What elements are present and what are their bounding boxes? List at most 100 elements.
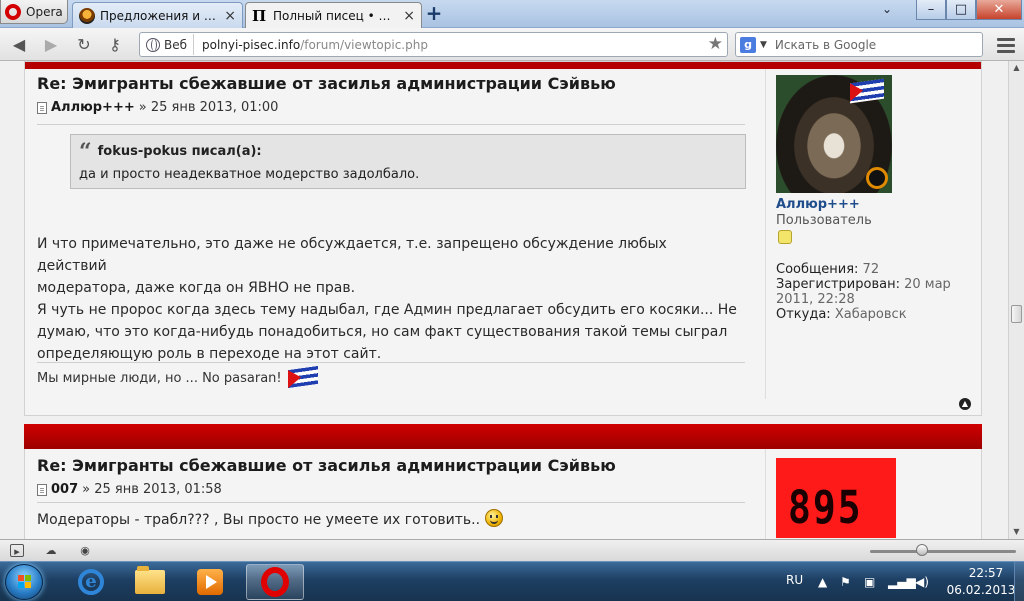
- scroll-down-icon[interactable]: ▼: [1009, 525, 1024, 539]
- speed-dial-icon[interactable]: ◉: [78, 544, 92, 557]
- start-button[interactable]: [5, 564, 43, 600]
- post-author[interactable]: Аллюр+++: [51, 100, 135, 115]
- forward-arrow-icon[interactable]: ▶: [40, 35, 62, 55]
- post-body-line: Я чуть не пророс когда здесь тему надыба…: [37, 302, 737, 318]
- zoom-slider-knob[interactable]: [916, 544, 928, 556]
- post-body: Модераторы - трабл??? , Вы просто не уме…: [37, 509, 737, 531]
- action-center-flag-icon[interactable]: ⚑: [840, 575, 851, 589]
- taskbar-explorer[interactable]: [123, 564, 177, 600]
- post-body-line: модератора, даже когда он ЯВНО не прав.: [37, 280, 356, 296]
- post-divider: [37, 124, 745, 125]
- reload-icon[interactable]: ↻: [73, 35, 95, 55]
- post-date: » 25 янв 2013, 01:00: [138, 100, 279, 115]
- search-engine-dropdown-icon[interactable]: ▼: [760, 40, 767, 50]
- windows-taskbar: e RU ▲ ⚑ ▣ ▂▄▆ ◀) 22:57 06.02.2013: [0, 561, 1024, 601]
- address-host: polnyi-pisec.info: [202, 37, 301, 52]
- show-desktop-button[interactable]: [1014, 562, 1024, 601]
- post-body-line: думаю, что это когда-нибудь понадобиться…: [37, 324, 728, 340]
- post-body-text: Модераторы - трабл??? , Вы просто не уме…: [37, 512, 481, 528]
- page-content: Re: Эмигранты сбежавшие от засилья админ…: [0, 61, 1008, 539]
- post-meta: Аллюр+++ » 25 янв 2013, 01:00: [37, 100, 278, 115]
- vertical-scrollbar[interactable]: ▲ ▼: [1008, 61, 1024, 539]
- taskbar-opera[interactable]: [246, 564, 304, 600]
- menu-icon[interactable]: [994, 35, 1018, 55]
- scrollbar-thumb[interactable]: [1011, 305, 1022, 323]
- quote-header: “ fokus-pokus писал(а):: [79, 141, 262, 163]
- network-signal-icon[interactable]: ▂▄▆: [888, 575, 916, 589]
- post-date: » 25 янв 2013, 01:58: [82, 482, 222, 497]
- google-logo-icon[interactable]: g: [740, 36, 756, 53]
- post-body-line: И что примечательно, это даже не обсужда…: [37, 236, 667, 274]
- opera-menu-button[interactable]: Opera: [0, 0, 68, 24]
- clock-date[interactable]: 06.02.2013: [944, 583, 1018, 597]
- profile-messages: Сообщения: 72: [776, 262, 961, 277]
- device-icon[interactable]: ▣: [864, 575, 875, 589]
- address-bar[interactable]: Веб polnyi-pisec.info/forum/viewtopic.ph…: [139, 32, 728, 57]
- globe-icon: [146, 37, 160, 52]
- bookmark-star-icon[interactable]: ★: [708, 34, 723, 54]
- from-value: Хабаровск: [834, 307, 907, 322]
- site-info-badge[interactable]: Веб: [142, 34, 195, 55]
- cloud-icon[interactable]: ☁: [44, 544, 58, 557]
- post-link-icon[interactable]: [37, 101, 47, 114]
- volume-icon[interactable]: ◀): [915, 575, 929, 589]
- post-divider: [37, 502, 745, 503]
- tab-forum-suggestions[interactable]: Предложения и обсу... ×: [72, 2, 243, 28]
- clock-time[interactable]: 22:57: [956, 566, 1016, 580]
- back-to-top-icon[interactable]: ▲: [959, 398, 971, 410]
- opera-menu-label: Opera: [26, 4, 63, 19]
- back-arrow-icon[interactable]: ◀: [8, 35, 30, 55]
- search-box[interactable]: g ▼ Искать в Google: [735, 32, 983, 57]
- avatar[interactable]: 895 1: [776, 458, 896, 538]
- post-body: И что примечательно, это даже не обсужда…: [37, 233, 737, 365]
- post-title[interactable]: Re: Эмигранты сбежавшие от засилья админ…: [37, 74, 616, 93]
- forum-post: Re: Эмигранты сбежавшие от засилья админ…: [24, 61, 982, 416]
- post-title[interactable]: Re: Эмигранты сбежавшие от засилья админ…: [37, 456, 616, 475]
- browser-status-bar: ▸ ☁ ◉: [0, 539, 1024, 561]
- address-url[interactable]: polnyi-pisec.info/forum/viewtopic.php: [202, 38, 428, 52]
- close-window-button[interactable]: ✕: [976, 0, 1022, 20]
- avatar-badge-icon: [866, 167, 888, 189]
- forum-post: Re: Эмигранты сбежавшие от засилья админ…: [24, 449, 982, 539]
- avatar[interactable]: [776, 75, 892, 193]
- minimize-button[interactable]: –: [916, 0, 946, 20]
- search-placeholder: Искать в Google: [774, 37, 877, 52]
- opera-icon: [261, 567, 289, 597]
- new-tab-button[interactable]: +: [424, 3, 444, 24]
- author-profile: 895 1: [765, 449, 975, 539]
- rank-star-icon: [778, 230, 792, 244]
- from-label: Откуда:: [776, 307, 831, 322]
- key-icon[interactable]: ⚷: [104, 35, 126, 55]
- tab-close-icon[interactable]: ×: [403, 8, 415, 24]
- post-meta: 007 » 25 янв 2013, 01:58: [37, 482, 222, 497]
- maximize-button[interactable]: □: [946, 0, 976, 20]
- registered-label: Зарегистрирован:: [776, 277, 900, 292]
- profile-from: Откуда: Хабаровск: [776, 307, 961, 322]
- post-link-icon[interactable]: [37, 483, 47, 496]
- post-separator-bar: [24, 424, 982, 449]
- taskbar-media-player[interactable]: [183, 564, 237, 600]
- author-profile: Аллюр+++ Пользователь Сообщения: 72 Заре…: [765, 69, 975, 399]
- panel-toggle-icon[interactable]: ▸: [10, 544, 24, 558]
- profile-name[interactable]: Аллюр+++: [776, 197, 860, 212]
- smiley-icon: [484, 509, 503, 527]
- tab-label: Предложения и обсу...: [100, 8, 219, 23]
- language-indicator[interactable]: RU: [786, 573, 803, 587]
- post-header-bar: [25, 62, 981, 69]
- signature-divider: [37, 362, 745, 363]
- tab-label: Полный писец • Прос...: [273, 9, 398, 23]
- pi-favicon-icon: П: [252, 7, 267, 25]
- counter-avatar-digits: 895 1: [788, 481, 863, 538]
- tab-polnyi-pisec[interactable]: П Полный писец • Прос... ×: [245, 2, 422, 29]
- zoom-slider[interactable]: [870, 550, 1016, 553]
- taskbar-internet-explorer[interactable]: e: [64, 564, 118, 600]
- scroll-up-icon[interactable]: ▲: [1009, 61, 1024, 75]
- post-author[interactable]: 007: [51, 482, 78, 497]
- tab-close-icon[interactable]: ×: [224, 8, 236, 24]
- quote-author: fokus-pokus писал(а):: [97, 144, 262, 159]
- quote-block: “ fokus-pokus писал(а): да и просто неад…: [70, 134, 746, 189]
- tray-expand-icon[interactable]: ▲: [818, 575, 827, 589]
- signature-text: Мы мирные люди, но ... No pasaran!: [37, 371, 282, 386]
- opera-logo-icon: [5, 3, 21, 20]
- tab-list-chevron-icon[interactable]: ⌄: [882, 2, 892, 16]
